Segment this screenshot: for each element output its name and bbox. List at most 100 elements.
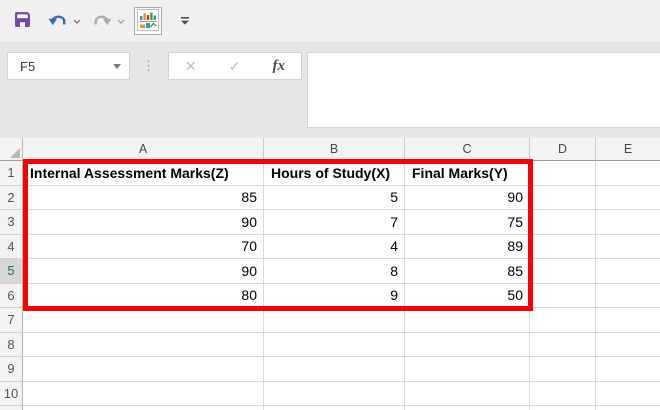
cell-E9[interactable] [596, 357, 660, 382]
cell-E8[interactable] [596, 332, 660, 357]
redo-dropdown-icon[interactable] [115, 6, 127, 36]
cell-D9[interactable] [530, 357, 596, 382]
cell-E6[interactable] [596, 283, 660, 308]
cell-D7[interactable] [530, 308, 596, 333]
cell-B4[interactable]: 4 [264, 234, 405, 259]
row-header-10[interactable]: 10 [0, 381, 23, 406]
cell-B10[interactable] [264, 381, 405, 406]
cell-D6[interactable] [530, 283, 596, 308]
cell-D4[interactable] [530, 234, 596, 259]
cell-D1[interactable] [530, 161, 596, 186]
cell-A4[interactable]: 70 [23, 234, 264, 259]
table-row: 10 [0, 381, 660, 406]
select-all-corner[interactable] [0, 138, 23, 161]
cell-C10[interactable] [405, 381, 530, 406]
cell-A5[interactable]: 90 [23, 259, 264, 284]
column-header-row: A B C D E [0, 138, 660, 161]
column-header-B[interactable]: B [264, 138, 405, 161]
chart-button[interactable] [134, 7, 162, 35]
row-header-3[interactable]: 3 [0, 210, 23, 235]
cell-D10[interactable] [530, 381, 596, 406]
cell-C11[interactable] [405, 406, 530, 410]
quick-access-toolbar [0, 0, 660, 42]
table-row: 8 [0, 332, 660, 357]
row-header-8[interactable]: 8 [0, 332, 23, 357]
column-header-D[interactable]: D [530, 138, 596, 161]
cancel-icon[interactable]: ✕ [185, 58, 197, 75]
save-icon [14, 11, 31, 31]
cell-B8[interactable] [264, 332, 405, 357]
cell-A3[interactable]: 90 [23, 210, 264, 235]
cell-A9[interactable] [23, 357, 264, 382]
column-header-A[interactable]: A [23, 138, 264, 161]
enter-icon[interactable]: ✓ [229, 58, 241, 75]
row-header-5[interactable]: 5 [0, 259, 23, 284]
cell-C8[interactable] [405, 332, 530, 357]
cell-C2[interactable]: 90 [405, 185, 530, 210]
cell-C3[interactable]: 75 [405, 210, 530, 235]
cell-C5[interactable]: 85 [405, 259, 530, 284]
cell-D8[interactable] [530, 332, 596, 357]
cell-B2[interactable]: 5 [264, 185, 405, 210]
cell-D3[interactable] [530, 210, 596, 235]
cell-A11[interactable] [23, 406, 264, 410]
formula-input[interactable] [307, 52, 660, 128]
formula-bar-buttons: ✕ ✓ fx [168, 52, 302, 80]
cell-B7[interactable] [264, 308, 405, 333]
cell-D5[interactable] [530, 259, 596, 284]
undo-dropdown-icon[interactable] [71, 6, 83, 36]
cell-A1[interactable]: Internal Assessment Marks(Z) [23, 161, 264, 186]
column-header-E[interactable]: E [596, 138, 660, 161]
cell-B9[interactable] [264, 357, 405, 382]
undo-button[interactable] [45, 6, 71, 36]
customize-qat-icon[interactable] [176, 6, 194, 36]
cell-C9[interactable] [405, 357, 530, 382]
row-header-9[interactable]: 9 [0, 357, 23, 382]
cell-B11[interactable] [264, 406, 405, 410]
select-all-triangle-icon [10, 148, 20, 158]
redo-button[interactable] [89, 6, 115, 36]
name-box-dropdown-icon [113, 63, 121, 69]
cell-A8[interactable] [23, 332, 264, 357]
cell-D2[interactable] [530, 185, 596, 210]
row-header-6[interactable]: 6 [0, 283, 23, 308]
cell-B1[interactable]: Hours of Study(X) [264, 161, 405, 186]
row-header-4[interactable]: 4 [0, 234, 23, 259]
cell-C7[interactable] [405, 308, 530, 333]
cell-E11[interactable] [596, 406, 660, 410]
excel-window: F5 ⋮ ✕ ✓ fx A B C D E 1 Internal Assessm… [0, 0, 660, 410]
cell-D11[interactable] [530, 406, 596, 410]
formula-bar-drag-handle[interactable]: ⋮ [142, 52, 155, 80]
row-header-2[interactable]: 2 [0, 185, 23, 210]
cell-B6[interactable]: 9 [264, 283, 405, 308]
row-header-7[interactable]: 7 [0, 308, 23, 333]
name-box-value: F5 [20, 58, 36, 74]
row-header-1[interactable]: 1 [0, 161, 23, 186]
cell-E7[interactable] [596, 308, 660, 333]
cell-E5[interactable] [596, 259, 660, 284]
cell-A7[interactable] [23, 308, 264, 333]
cell-C1[interactable]: Final Marks(Y) [405, 161, 530, 186]
cell-E1[interactable] [596, 161, 660, 186]
save-button[interactable] [9, 6, 35, 36]
table-row: 2 85 5 90 [0, 185, 660, 210]
chart-icon [137, 8, 159, 34]
cell-A2[interactable]: 85 [23, 185, 264, 210]
cell-E3[interactable] [596, 210, 660, 235]
table-row: 1 Internal Assessment Marks(Z) Hours of … [0, 161, 660, 186]
cell-E4[interactable] [596, 234, 660, 259]
insert-function-icon[interactable]: fx [272, 58, 285, 75]
cell-E10[interactable] [596, 381, 660, 406]
cell-C6[interactable]: 50 [405, 283, 530, 308]
column-header-C[interactable]: C [405, 138, 530, 161]
row-header-11[interactable]: 11 [0, 406, 23, 410]
cell-E2[interactable] [596, 185, 660, 210]
cell-B5[interactable]: 8 [264, 259, 405, 284]
spreadsheet-grid: A B C D E 1 Internal Assessment Marks(Z)… [0, 138, 660, 410]
cell-C4[interactable]: 89 [405, 234, 530, 259]
cell-A6[interactable]: 80 [23, 283, 264, 308]
name-box[interactable]: F5 [7, 52, 130, 80]
cell-A10[interactable] [23, 381, 264, 406]
undo-icon [48, 12, 68, 31]
cell-B3[interactable]: 7 [264, 210, 405, 235]
